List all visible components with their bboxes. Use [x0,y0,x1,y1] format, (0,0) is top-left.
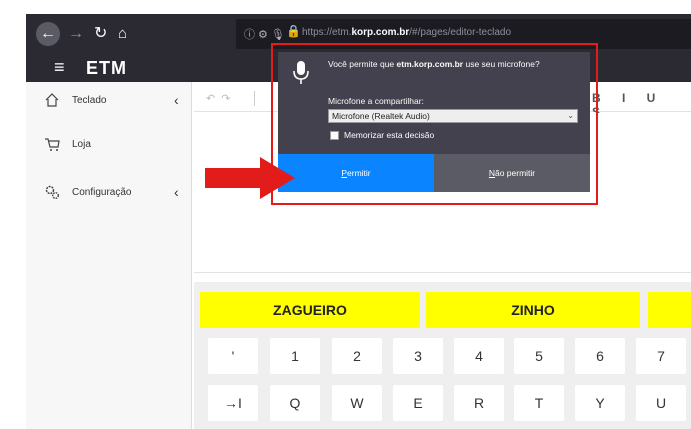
home-icon[interactable]: ⌂ [118,23,127,45]
allow-button[interactable]: Permitir [278,154,434,192]
sidebar-item-label: Teclado [72,95,107,106]
key[interactable]: Q [270,385,320,421]
selected-device: Microfone (Realtek Audio) [332,111,430,121]
share-label: Microfone a compartilhar: [328,96,424,106]
chevron-left-icon: ‹ [174,92,179,108]
tab-key[interactable]: →I [208,385,258,421]
remember-checkbox[interactable] [330,131,339,140]
sidebar-item-configuracao[interactable]: Configuração ‹ [26,182,192,206]
deny-button[interactable]: Não permitir [434,154,590,192]
sidebar-item-label: Loja [72,139,91,150]
key[interactable]: 1 [270,338,320,374]
virtual-keyboard: ZAGUEIRO ZINHO ' 1 2 3 4 5 6 7 →I Q W E … [194,282,691,429]
key[interactable]: 7 [636,338,686,374]
site-info-icons[interactable]: ⓘ⚙🎙 [244,26,288,42]
back-icon[interactable]: ← [36,22,60,46]
cart-icon [45,138,60,151]
key[interactable]: 2 [332,338,382,374]
toolbar-divider [254,91,255,106]
microphone-icon [293,61,309,84]
microphone-permission-dialog: Você permite que etm.korp.com.br use seu… [278,52,590,192]
key[interactable]: ' [208,338,258,374]
key[interactable]: T [514,385,564,421]
key[interactable]: U [636,385,686,421]
red-arrow-icon [205,157,295,199]
url-text[interactable]: https://etm.korp.com.br/#/pages/editor-t… [302,27,511,38]
sidebar-item-loja[interactable]: Loja [26,134,192,158]
gears-icon [45,185,59,199]
key[interactable]: 5 [514,338,564,374]
suggestion-2[interactable]: ZINHO [426,292,640,328]
microphone-select[interactable]: Microfone (Realtek Audio) ⌄ [328,109,578,123]
chevron-left-icon: ‹ [174,184,179,200]
page: ← → ↻ ⌂ ⓘ⚙🎙 🔒 https://etm.korp.com.br/#/… [0,0,691,429]
forward-icon[interactable]: → [68,23,84,45]
key[interactable]: 3 [393,338,443,374]
key[interactable]: 6 [575,338,625,374]
key[interactable]: 4 [454,338,504,374]
reload-icon[interactable]: ↻ [94,23,107,45]
key[interactable]: W [332,385,382,421]
sidebar-item-teclado[interactable]: Teclado ‹ [26,90,192,114]
undo-redo-icons[interactable]: ↶↷ [206,92,236,105]
suggestion-3[interactable] [648,292,691,328]
permission-message: Você permite que etm.korp.com.br use seu… [328,59,540,69]
remember-label: Memorizar esta decisão [344,130,435,140]
suggestion-1[interactable]: ZAGUEIRO [200,292,420,328]
chevron-down-icon: ⌄ [567,111,574,120]
app-title: ETM [86,58,127,78]
key[interactable]: Y [575,385,625,421]
key[interactable]: E [393,385,443,421]
sidebar-item-label: Configuração [72,187,132,198]
lock-icon: 🔒 [286,24,301,38]
key[interactable]: R [454,385,504,421]
house-icon [45,93,59,107]
menu-icon[interactable]: ≡ [54,58,65,76]
sidebar: Teclado ‹ Loja Configuração ‹ [26,82,192,429]
